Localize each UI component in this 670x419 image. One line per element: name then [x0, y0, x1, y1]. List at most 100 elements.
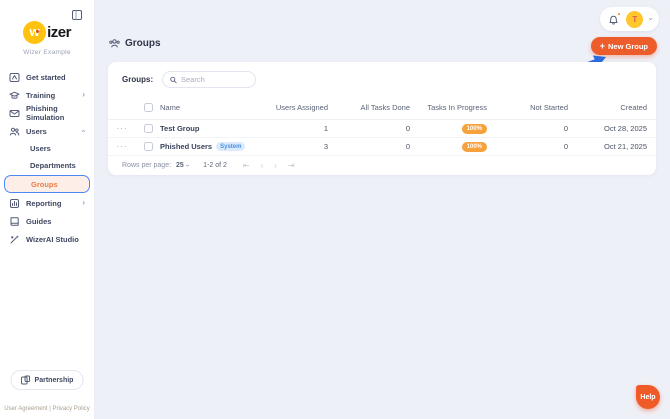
sidebar-collapse-icon[interactable]	[72, 7, 82, 20]
chevron-down-icon[interactable]: ›	[647, 18, 656, 21]
sidebar-subitem-groups[interactable]: Groups	[4, 175, 90, 193]
created-cell: Oct 21, 2025	[604, 142, 647, 151]
row-menu-icon[interactable]: ···	[108, 124, 136, 133]
row-checkbox[interactable]	[136, 142, 160, 151]
row-checkbox[interactable]	[136, 124, 160, 133]
sidebar-subitem-label: Groups	[31, 179, 58, 189]
legal-divider: |	[49, 406, 51, 412]
rows-per-page-label: Rows per page:	[122, 162, 172, 169]
sidebar-item-label: Training	[26, 90, 56, 100]
not-started-cell: 0	[563, 124, 568, 133]
progress-badge: 100%	[461, 142, 487, 152]
sidebar-subitem-label: Users	[30, 144, 51, 153]
previous-page-icon[interactable]: ‹	[261, 161, 264, 170]
help-button[interactable]: Help	[636, 385, 660, 409]
chevron-up-icon: ›	[78, 129, 88, 133]
all-tasks-done-cell: 0	[405, 142, 410, 151]
sidebar-item-label: Reporting	[26, 198, 62, 208]
plus-icon: +	[599, 40, 605, 51]
sidebar-item-training[interactable]: Training ›	[0, 86, 94, 104]
notifications-bell-icon[interactable]	[608, 12, 622, 25]
sidebar-item-label: Phishing Simulation	[26, 104, 65, 122]
tasks-in-progress-cell: 100%	[410, 141, 487, 152]
users-assigned-cell: 3	[323, 142, 328, 151]
next-page-icon[interactable]: ›	[274, 161, 277, 170]
search-icon	[170, 76, 177, 83]
new-group-button[interactable]: + New Group	[590, 37, 657, 55]
sidebar-subitem-departments[interactable]: Departments	[0, 157, 94, 174]
last-page-icon[interactable]: ⇥	[288, 161, 295, 170]
sidebar-item-phishing-simulation[interactable]: Phishing Simulation	[0, 104, 94, 122]
filter-label: Groups:	[122, 75, 154, 84]
avatar-initial: T	[632, 14, 638, 24]
privacy-policy-link[interactable]: Privacy Policy	[52, 406, 89, 412]
user-agreement-link[interactable]: User Agreement	[4, 406, 47, 412]
page-title-label: Groups	[125, 38, 161, 49]
sidebar-item-guides[interactable]: Guides	[0, 212, 94, 230]
groups-icon	[109, 39, 120, 48]
filter-row: Groups:	[108, 62, 656, 96]
help-label: Help	[640, 393, 656, 401]
sidebar-item-users[interactable]: Users ›	[0, 122, 94, 140]
column-header-tasks-in-progress[interactable]: Tasks In Progress	[410, 103, 487, 112]
column-header-created[interactable]: Created	[568, 103, 647, 112]
main-content: Groups T › + New Group Groups: Na	[95, 0, 670, 419]
sidebar-item-label: WizerAI Studio	[26, 234, 79, 244]
column-header-users-assigned[interactable]: Users Assigned	[252, 103, 328, 112]
tasks-in-progress-cell: 100%	[410, 123, 487, 134]
sidebar-item-label: Get started	[26, 72, 66, 82]
avatar[interactable]: T	[626, 10, 644, 28]
rocket-icon	[9, 72, 20, 82]
sidebar-subitem-label: Departments	[30, 161, 76, 170]
sidebar-item-reporting[interactable]: Reporting ›	[0, 194, 94, 212]
partnership-button[interactable]: Partnership	[10, 370, 84, 390]
phishing-icon	[9, 109, 20, 117]
legal-links: User Agreement | Privacy Policy	[0, 406, 94, 412]
select-all-checkbox[interactable]	[136, 103, 160, 112]
sidebar-item-get-started[interactable]: Get started	[0, 68, 94, 86]
pagination-bar: Rows per page: 25 › 1-2 of 2 ⇤ ‹ › ⇥	[108, 156, 656, 175]
workspace-name: Wizer Example	[23, 49, 71, 56]
created-cell: Oct 28, 2025	[604, 124, 647, 133]
all-tasks-done-cell: 0	[405, 124, 410, 133]
group-name-cell[interactable]: Test Group	[160, 124, 252, 133]
table-header: Name Users Assigned All Tasks Done Tasks…	[108, 96, 656, 120]
table-row: ··· Phished Users System 3 0 100% 0 Oct …	[108, 138, 656, 156]
group-name-cell[interactable]: Phished Users System	[160, 142, 252, 151]
partnership-label: Partnership	[34, 376, 74, 384]
column-header-name[interactable]: Name	[160, 103, 252, 112]
report-icon	[10, 198, 19, 208]
page-title: Groups	[109, 38, 161, 49]
sidebar-nav: Get started Training › Phishing Simulati…	[0, 68, 94, 248]
sidebar-item-wizerai-studio[interactable]: WizerAI Studio	[0, 230, 94, 248]
search-input[interactable]	[181, 75, 249, 84]
users-assigned-cell: 1	[323, 124, 328, 133]
system-badge: System	[216, 142, 246, 151]
wizer-logo[interactable]: w izer	[0, 21, 94, 44]
groups-panel: Groups: Name Users Assigned All Tasks Do…	[108, 62, 656, 175]
magic-wand-icon	[10, 234, 19, 243]
column-header-all-tasks-done[interactable]: All Tasks Done	[328, 103, 410, 112]
book-icon	[10, 216, 19, 226]
table-row: ··· Test Group 1 0 100% 0 Oct 28, 2025	[108, 120, 656, 138]
rows-per-page-select[interactable]: 25 ›	[176, 162, 191, 169]
sidebar: w izer Wizer Example Get started Trainin…	[0, 0, 95, 419]
not-started-cell: 0	[563, 142, 568, 151]
pagination-controls: ⇤ ‹ › ⇥	[243, 161, 295, 170]
wizer-logo-icon: w	[23, 21, 47, 44]
first-page-icon[interactable]: ⇤	[243, 161, 250, 170]
progress-badge: 100%	[461, 124, 487, 134]
chevron-down-icon: ›	[183, 164, 191, 167]
logo-text: izer	[47, 24, 71, 41]
sidebar-subitem-users[interactable]: Users	[0, 140, 94, 157]
users-icon	[9, 127, 20, 135]
sidebar-item-label: Users	[26, 126, 47, 136]
new-group-label: New Group	[607, 41, 648, 51]
graduation-cap-icon	[9, 91, 20, 99]
handshake-icon	[21, 375, 31, 385]
column-header-not-started[interactable]: Not Started	[487, 103, 568, 112]
search-box[interactable]	[162, 71, 257, 88]
chevron-right-icon: ›	[82, 198, 85, 207]
user-menu: T ›	[600, 7, 659, 31]
row-menu-icon[interactable]: ···	[108, 142, 136, 151]
